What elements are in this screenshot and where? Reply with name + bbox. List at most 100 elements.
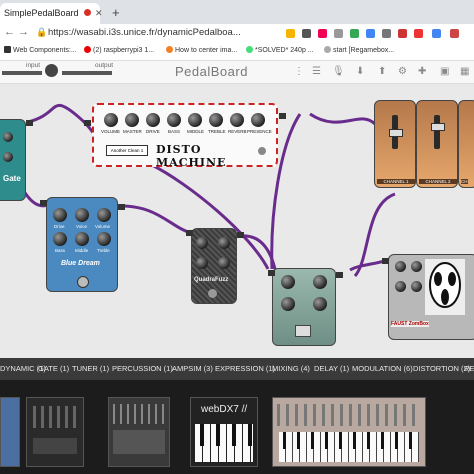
category-tab[interactable]: DELAY (1) — [314, 364, 349, 373]
extension-icon[interactable] — [432, 29, 441, 38]
knob-voice[interactable] — [75, 208, 89, 222]
extension-icon[interactable] — [302, 29, 311, 38]
tab-close-icon[interactable]: ✕ — [95, 8, 103, 19]
knob[interactable] — [3, 152, 13, 162]
knob[interactable] — [281, 275, 295, 289]
bookmark-item[interactable]: How to center ima... — [166, 46, 237, 54]
footswitch[interactable] — [258, 147, 266, 155]
category-tab[interactable]: TUNER (1) — [72, 364, 109, 373]
extension-icon[interactable] — [414, 29, 423, 38]
knob-middle[interactable] — [188, 113, 202, 127]
fader[interactable] — [434, 115, 440, 149]
knob[interactable] — [411, 281, 422, 292]
knob-master[interactable] — [125, 113, 139, 127]
puzzle-icon[interactable]: ✚ — [418, 66, 426, 77]
synth-thumbnail[interactable] — [272, 397, 426, 467]
category-tab[interactable]: GATE (1) — [38, 364, 69, 373]
knob[interactable] — [411, 261, 422, 272]
forward-icon[interactable]: → — [18, 26, 29, 38]
jack[interactable] — [26, 120, 33, 126]
category-tab[interactable]: REVE — [464, 364, 474, 373]
gate-pedal[interactable]: Gate — [0, 119, 26, 201]
knob[interactable] — [218, 237, 230, 249]
plugin-thumbnail[interactable] — [26, 397, 84, 467]
bookmark-item[interactable]: start [Regamebox... — [324, 46, 394, 54]
bookmark-item[interactable]: Web Components:... — [4, 46, 77, 54]
category-tab[interactable]: EXPRESSION (1) — [215, 364, 275, 373]
knob[interactable] — [313, 297, 327, 311]
quadrafuzz-pedal[interactable]: QuadraFuzz — [191, 228, 237, 304]
knob-volume[interactable] — [104, 113, 118, 127]
cable[interactable] — [309, 112, 377, 126]
jack[interactable] — [186, 230, 193, 236]
knob[interactable] — [196, 257, 208, 269]
knob-treble[interactable] — [97, 232, 111, 246]
jack[interactable] — [336, 272, 343, 278]
star-icon[interactable] — [286, 29, 295, 38]
knob-presence[interactable] — [251, 113, 265, 127]
menu-icon[interactable]: ⋮ — [294, 66, 304, 77]
footswitch[interactable] — [77, 276, 89, 288]
upload-icon[interactable]: ⬆ — [378, 66, 386, 77]
bookmark-item[interactable]: *SOLVED* 240p ... — [246, 46, 314, 54]
knob-treble[interactable] — [209, 113, 223, 127]
knob[interactable] — [281, 297, 295, 311]
knob-middle[interactable] — [75, 232, 89, 246]
settings-icon[interactable]: ⚙ — [398, 66, 407, 77]
delay-pedal[interactable] — [272, 268, 336, 346]
fader-cap[interactable] — [431, 123, 445, 131]
jack[interactable] — [268, 270, 275, 276]
knob-bass[interactable] — [53, 232, 67, 246]
channel-strip-2[interactable]: CHANNEL 2 — [416, 100, 458, 188]
sliders-icon[interactable]: ☰ — [312, 66, 321, 77]
master-volume-knob[interactable] — [45, 64, 58, 77]
channel-strip-1[interactable]: CHANNEL 1 — [374, 100, 416, 188]
knob-bass[interactable] — [167, 113, 181, 127]
preset-select[interactable]: Another Clean 1 — [106, 145, 148, 156]
zombox-pedal[interactable]: FAUST ZomBox — [388, 254, 474, 340]
footswitch[interactable] — [295, 325, 311, 337]
cable[interactable] — [114, 204, 196, 236]
new-tab-icon[interactable]: + — [112, 5, 120, 20]
plugin-thumbnail[interactable] — [0, 397, 20, 467]
fader-cap[interactable] — [389, 129, 403, 137]
grid-icon[interactable]: ▦ — [460, 66, 469, 77]
plugin-thumbnail[interactable] — [108, 397, 170, 467]
url-text[interactable]: https://wasabi.i3s.unice.fr/dynamicPedal… — [48, 27, 241, 38]
bookmark-item[interactable]: (2) raspberrypi3 1... — [84, 46, 154, 54]
category-tab[interactable]: PERCUSSION (1) — [112, 364, 173, 373]
knob[interactable] — [218, 257, 230, 269]
blue-dream-pedal[interactable]: Drive Voice Volume Bass Middle Treble Bl… — [46, 197, 118, 292]
back-icon[interactable]: ← — [4, 26, 15, 38]
category-tab[interactable]: MODULATION (6) — [352, 364, 413, 373]
knob-reverb[interactable] — [230, 113, 244, 127]
extension-icon[interactable] — [398, 29, 407, 38]
jack[interactable] — [237, 232, 244, 238]
mic-icon[interactable]: 🎙 — [332, 66, 345, 77]
jack[interactable] — [382, 258, 389, 264]
extension-icon[interactable] — [318, 29, 327, 38]
footswitch[interactable] — [208, 289, 217, 298]
extension-icon[interactable] — [334, 29, 343, 38]
channel-strip-3[interactable]: CH — [458, 100, 474, 188]
extension-icon[interactable] — [382, 29, 391, 38]
download-icon[interactable]: ⬇ — [356, 66, 364, 77]
extension-icon[interactable] — [366, 29, 375, 38]
save-icon[interactable]: ▣ — [440, 66, 449, 77]
knob[interactable] — [395, 281, 406, 292]
jack[interactable] — [118, 204, 125, 210]
profile-icon[interactable] — [450, 29, 459, 38]
jack[interactable] — [40, 200, 47, 206]
knob-drive[interactable] — [53, 208, 67, 222]
category-tab[interactable]: DISTORTION (2) — [413, 364, 470, 373]
jack[interactable] — [84, 120, 91, 126]
knob[interactable] — [395, 261, 406, 272]
category-tab[interactable]: MIXING (4) — [272, 364, 310, 373]
extension-icon[interactable] — [350, 29, 359, 38]
knob[interactable] — [196, 237, 208, 249]
knob-drive[interactable] — [146, 113, 160, 127]
disto-machine-pedal[interactable]: VOLUME MASTER DRIVE BASS MIDDLE TREBLE R… — [92, 103, 278, 169]
jack[interactable] — [279, 113, 286, 119]
category-tab[interactable]: AMPSIM (3) — [172, 364, 213, 373]
webdx7-thumbnail[interactable]: webDX7 // — [190, 397, 258, 467]
